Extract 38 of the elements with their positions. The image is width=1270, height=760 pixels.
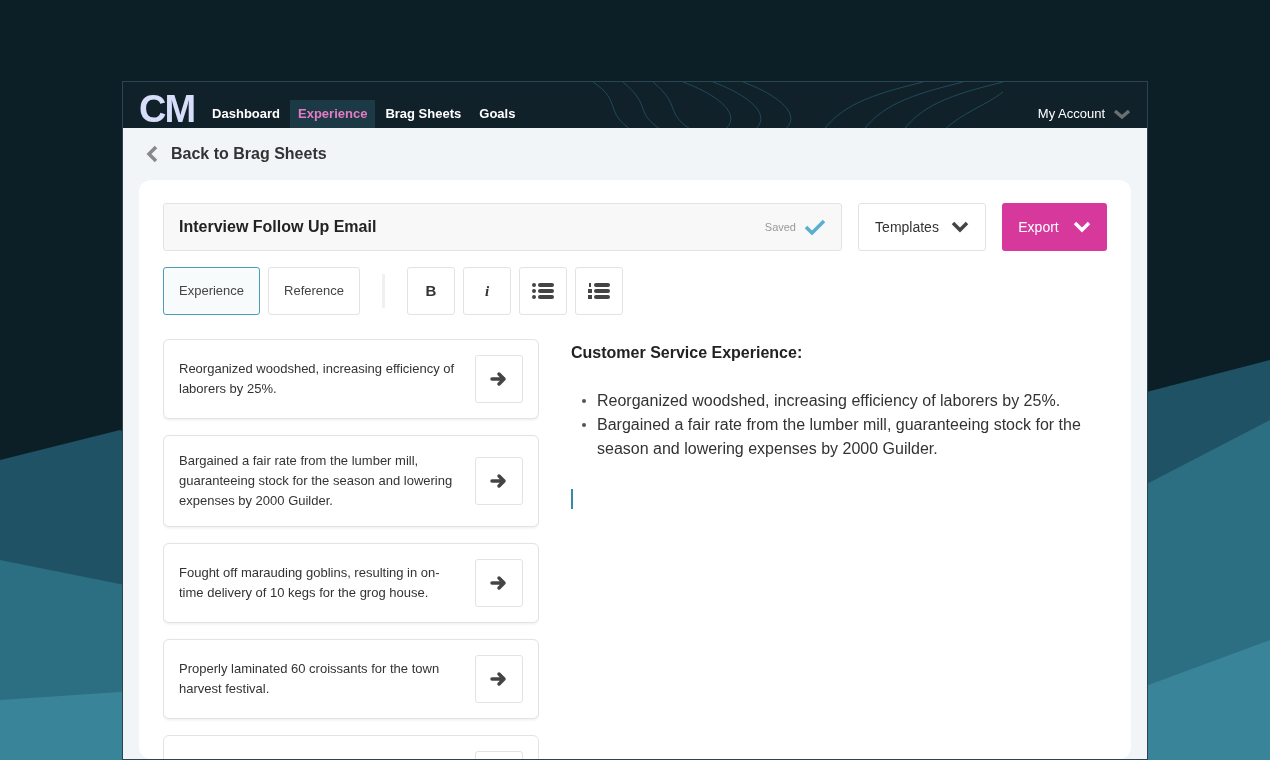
chevron-left-icon — [145, 144, 159, 163]
add-button[interactable] — [475, 655, 523, 703]
experience-text: Reorganized woodshed, increasing efficiency of laborers by 25%. — [179, 360, 456, 398]
italic-button[interactable]: i — [463, 267, 512, 315]
export-button[interactable]: Export — [1002, 203, 1107, 251]
add-button[interactable] — [475, 457, 523, 505]
arrow-right-icon — [490, 575, 508, 591]
chevron-down-icon — [1072, 221, 1091, 233]
bullet-text: Bargained a fair rate from the lumber mill, guaranteeing stock for the season and lowering expenses by 2000 Guilder. — [597, 415, 1082, 459]
nav-tab[interactable]: Experience — [290, 99, 376, 128]
checkmark-icon — [804, 219, 826, 235]
bullet-text: Reorganized woodshed, increasing efficiency of laborers by 25%. — [597, 391, 1061, 411]
back-link[interactable]: Back to Brag Sheets — [171, 141, 327, 166]
add-button[interactable] — [475, 355, 523, 403]
numbered-list-icon — [588, 283, 611, 299]
chevron-down-icon — [950, 221, 969, 233]
source-tab[interactable]: Experience — [163, 267, 261, 315]
bullet-dot-icon — [582, 423, 586, 427]
source-tab[interactable]: Reference — [268, 267, 361, 315]
logo[interactable]: CM — [139, 89, 195, 128]
editor-heading: Customer Service Experience: — [571, 343, 804, 363]
arrow-right-icon — [490, 371, 508, 387]
numbered-list-button[interactable] — [575, 267, 624, 315]
save-status: Saved — [764, 219, 796, 235]
arrow-right-icon — [490, 671, 508, 687]
chevron-down-icon — [1113, 107, 1131, 120]
bulleted-list-icon — [532, 283, 555, 299]
bulleted-list-button[interactable] — [519, 267, 568, 315]
document-title[interactable]: Interview Follow Up Email — [179, 215, 377, 239]
bullet-dot-icon — [582, 399, 586, 403]
arrow-right-icon — [490, 473, 508, 489]
bold-button[interactable]: B — [407, 267, 456, 315]
experience-text: Fought off marauding goblins, resulting in on-time delivery of 10 kegs for the grog house. — [179, 564, 441, 602]
templates-button[interactable]: Templates — [858, 203, 986, 251]
experience-text: Bargained a fair rate from the lumber mill, guaranteeing stock for the season and lowering expenses by 2000 Guilder. — [179, 452, 454, 510]
add-button[interactable] — [475, 559, 523, 607]
experience-text: Properly laminated 60 croissants for the town harvest festival. — [179, 660, 441, 698]
account-menu[interactable]: My Account — [1037, 104, 1105, 124]
